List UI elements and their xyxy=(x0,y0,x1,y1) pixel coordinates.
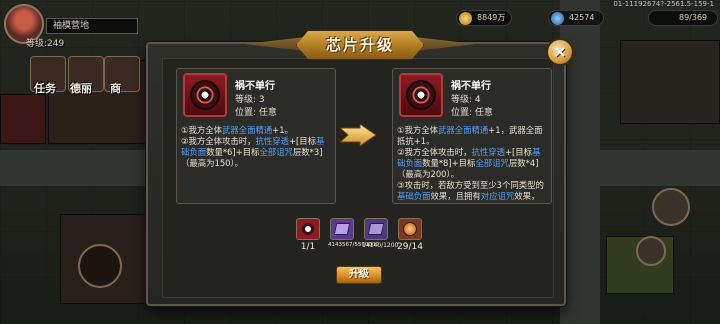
material-count: 29/14 xyxy=(397,242,423,252)
material-count: 4143567/5500000 xyxy=(328,242,379,248)
chip-position: 位置: 任意 xyxy=(235,108,277,118)
material-item[interactable]: 14140/1200 xyxy=(362,218,399,258)
material-item[interactable]: 1/1 xyxy=(294,218,322,258)
task-label: 任务 xyxy=(34,82,56,95)
chip-icon-box xyxy=(183,73,227,117)
base-name: 袖模营地 xyxy=(46,18,138,34)
title-plate: 芯片升级 xyxy=(244,30,476,60)
resource-gem-value: 42574 xyxy=(569,13,595,22)
troop-count: 89/369 xyxy=(679,13,708,22)
chip-name: 祸不单行 xyxy=(235,81,275,92)
chip-level: 等级: 3 xyxy=(235,95,265,105)
attack-button[interactable] xyxy=(652,188,690,226)
collapse-button[interactable] xyxy=(636,236,666,266)
gem-icon xyxy=(551,12,564,25)
purple-book-icon xyxy=(330,218,354,240)
chip-card-next: 祸不单行 等级: 4 位置: 任意 ①我方全体武器全面精通+1，武器全面抵抗+1… xyxy=(392,68,552,204)
chip-position: 位置: 任意 xyxy=(451,108,493,118)
chip-icon xyxy=(190,80,220,110)
player-panel[interactable]: 袖模营地 xyxy=(2,2,152,46)
server-id: 01-11192674?-2561.5-159-1 xyxy=(613,0,714,8)
player-level: 等级:249 xyxy=(26,39,65,49)
third-menu-label: 商 xyxy=(110,82,121,95)
arrow-right-icon xyxy=(340,124,376,146)
chip-name: 祸不单行 xyxy=(451,81,491,92)
resource-gold-value: 8849万 xyxy=(477,13,506,22)
material-item[interactable]: 4143567/5500000 xyxy=(328,218,379,258)
material-count: 1/1 xyxy=(300,242,316,252)
chip-icon xyxy=(406,80,436,110)
chip-description: ①我方全体武器全面精通+1。 ②我方全体攻击时，抗性穿透+[目标基础负面数量*6]… xyxy=(181,125,325,168)
upgrade-button[interactable]: 升级 xyxy=(336,266,382,284)
material-count: 14140/1200 xyxy=(362,242,399,249)
resource-gem: 42574 xyxy=(548,10,604,26)
chip-description: ①我方全体武器全面精通+1，武器全面抵抗+1。 ②我方全体攻击时，抗性穿透+[目标… xyxy=(397,125,544,201)
upgrade-core-icon xyxy=(398,218,422,240)
material-list: 1/1 4143567/5500000 14140/1200 29/14 xyxy=(292,218,428,258)
chip-icon-box xyxy=(399,73,443,117)
dialog-title: 芯片升级 xyxy=(325,36,394,54)
shop-label: 德丽 xyxy=(70,82,92,95)
close-button[interactable]: × xyxy=(546,38,574,66)
troop-counter: 89/369 xyxy=(648,10,718,26)
chip-level: 等级: 4 xyxy=(451,95,481,105)
resource-gold: 8849万 xyxy=(456,10,512,26)
chip-fragment-icon xyxy=(296,218,320,240)
chip-card-current: 祸不单行 等级: 3 位置: 任意 ①我方全体武器全面精通+1。 ②我方全体攻击时… xyxy=(176,68,336,204)
coin-icon xyxy=(459,12,472,25)
close-icon: × xyxy=(553,42,567,61)
material-item[interactable]: 29/14 xyxy=(396,218,424,258)
joystick[interactable] xyxy=(78,244,122,288)
purple-book-icon xyxy=(364,218,388,240)
